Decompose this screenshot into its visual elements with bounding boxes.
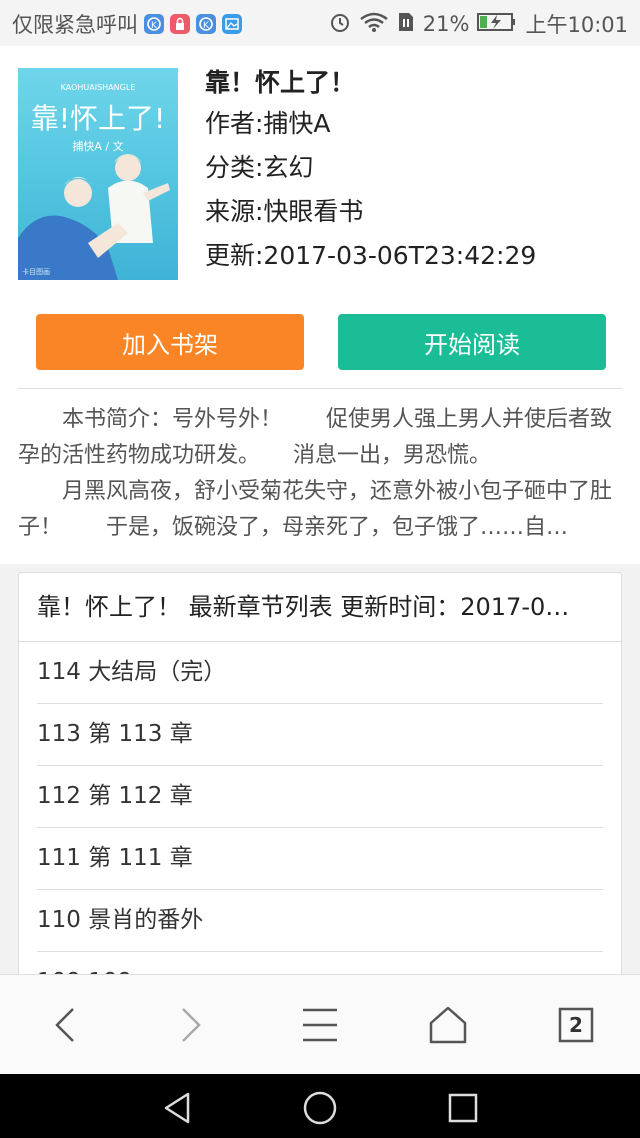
- chapter-item[interactable]: 110 景肖的番外: [37, 890, 603, 952]
- divider: [18, 388, 622, 389]
- cover-pinyin: KAOHUAISHANGLE: [61, 83, 136, 92]
- tab-count: 2: [569, 1013, 583, 1037]
- carrier-text: 仅限紧急呼叫: [12, 13, 138, 37]
- book-category: 分类:玄幻: [205, 153, 314, 182]
- chapter-item[interactable]: 112 第 112 章: [37, 766, 603, 828]
- battery-percent: 21%: [422, 12, 470, 36]
- k-app-icon: K: [196, 14, 216, 34]
- k-app-icon: K: [144, 14, 164, 34]
- alarm-icon: [329, 11, 351, 38]
- chapter-item[interactable]: 111 第 111 章: [37, 828, 603, 890]
- nav-back-icon[interactable]: [158, 1088, 198, 1128]
- book-info: 靠！怀上了！ 作者:捕快A 分类:玄幻 来源:快眼看书 更新:2017-03-0…: [205, 64, 536, 278]
- nav-home-icon[interactable]: [300, 1088, 340, 1128]
- cover-art: KAOHUAISHANGLE 靠!怀上了! 捕快A / 文 卡目图画: [18, 83, 170, 280]
- book-intro: 本书简介：号外号外！ 促使男人强上男人并使后者致孕的活性药物成功研发。 消息一出…: [18, 402, 622, 546]
- book-detail: KAOHUAISHANGLE 靠!怀上了! 捕快A / 文 卡目图画 靠！怀上了…: [0, 46, 640, 564]
- back-icon[interactable]: [42, 1003, 86, 1047]
- lock-app-icon: [170, 14, 190, 34]
- tabs-button[interactable]: 2: [554, 1003, 598, 1047]
- home-icon[interactable]: [426, 1003, 470, 1047]
- intro-paragraph: 月黑风高夜，舒小受菊花失守，还意外被小包子砸中了肚子！ 于是，饭碗没了，母亲死了…: [18, 479, 613, 540]
- book-updated: 更新:2017-03-06T23:42:29: [205, 241, 537, 270]
- cover-author: 捕快A / 文: [72, 139, 123, 153]
- status-bar: 仅限紧急呼叫 K K 21% 上午10:01: [0, 0, 640, 46]
- system-nav-bar: [0, 1074, 640, 1138]
- menu-icon[interactable]: [298, 1003, 342, 1047]
- wifi-icon: [359, 11, 389, 38]
- cover-corner-text: 卡目图画: [22, 267, 50, 276]
- browser-toolbar: 2: [0, 974, 640, 1075]
- sim-icon: [397, 11, 415, 38]
- battery-charging-icon: [477, 11, 517, 38]
- start-reading-button[interactable]: 开始阅读: [338, 314, 606, 370]
- clock: 上午10:01: [525, 13, 628, 37]
- book-title: 靠！怀上了！: [205, 68, 356, 97]
- nav-recents-icon[interactable]: [443, 1088, 483, 1128]
- chapter-list-header: 靠！怀上了！ 最新章节列表 更新时间：2017-0…: [19, 573, 621, 642]
- forward-icon[interactable]: [170, 1003, 214, 1047]
- chapter-list: 靠！怀上了！ 最新章节列表 更新时间：2017-0… 114 大结局（完） 11…: [18, 572, 622, 994]
- add-to-shelf-button[interactable]: 加入书架: [36, 314, 304, 370]
- book-cover[interactable]: KAOHUAISHANGLE 靠!怀上了! 捕快A / 文 卡目图画: [18, 68, 178, 280]
- book-author: 作者:捕快A: [205, 109, 331, 138]
- book-source: 来源:快眼看书: [205, 197, 364, 226]
- chapter-item[interactable]: 114 大结局（完）: [37, 642, 603, 704]
- cover-title: 靠!怀上了!: [31, 102, 165, 135]
- chapter-item[interactable]: 113 第 113 章: [37, 704, 603, 766]
- intro-paragraph: 本书简介：号外号外！ 促使男人强上男人并使后者致孕的活性药物成功研发。 消息一出…: [18, 407, 613, 468]
- image-app-icon: [222, 14, 242, 34]
